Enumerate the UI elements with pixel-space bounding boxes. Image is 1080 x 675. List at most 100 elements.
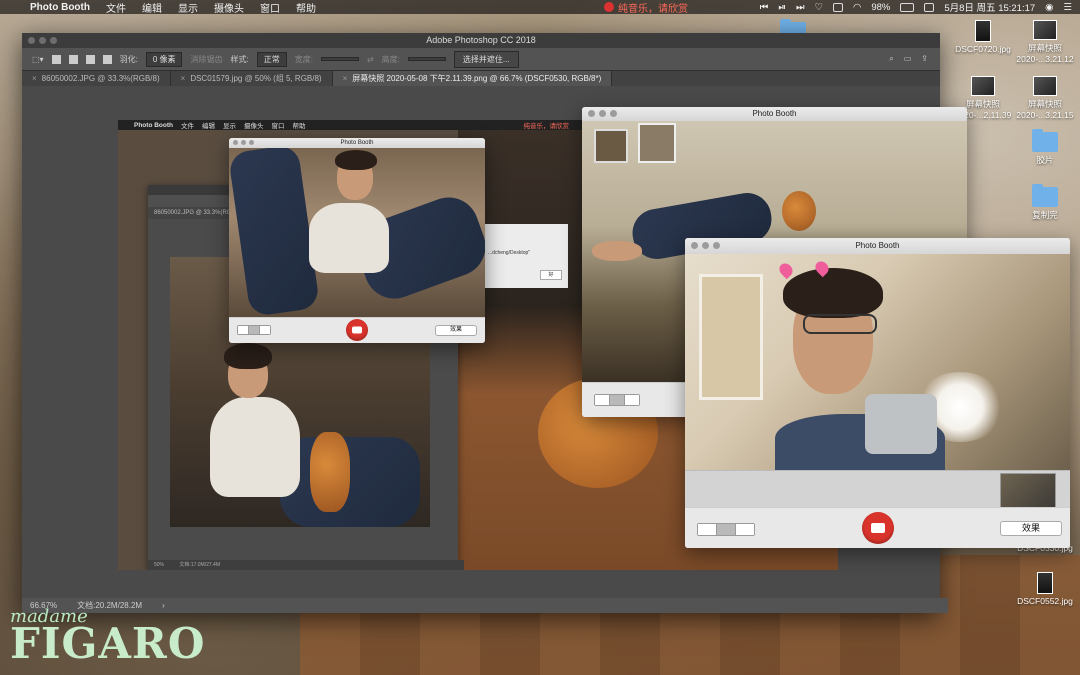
netease-status[interactable]: 纯音乐，请欣赏 (604, 0, 688, 15)
photobooth-thumbnail-strip (685, 470, 1070, 509)
photobooth-titlebar[interactable]: Photo Booth (582, 107, 967, 122)
minimize-button[interactable] (599, 110, 606, 117)
feather-input[interactable]: 0 像素 (145, 51, 183, 67)
search-icon[interactable]: ⌕ (889, 54, 893, 64)
prev-track-icon[interactable]: ⏮ (760, 2, 769, 13)
clock[interactable]: 5月8日 周五 15:21:17 (944, 0, 1035, 14)
desktop-icon-label: DSCF0720.jpg (955, 44, 1011, 54)
desktop-file-screenshot-3[interactable]: 屏幕快照 2020-...3.21.15 (1010, 76, 1080, 120)
tab-screenshot[interactable]: × 屏幕快照 2020-05-08 下午2.11.39.png @ 66.7% (… (332, 71, 613, 87)
inner-ps-status: 50% 文档:17.0M/27.4M (148, 560, 464, 570)
desktop-folder-copied[interactable]: 复制完 (1010, 184, 1080, 221)
style-select[interactable]: 正常 (256, 51, 287, 67)
display-icon[interactable] (833, 2, 844, 12)
zoom-button[interactable] (713, 242, 720, 249)
mode-video-icon[interactable] (625, 395, 639, 405)
effects-button[interactable]: 效果 (1000, 521, 1062, 536)
subtract-selection-icon[interactable] (85, 54, 95, 64)
effects-button[interactable]: 效果 (435, 325, 477, 336)
menu-window[interactable]: 窗口 (252, 0, 288, 15)
menu-file[interactable]: 文件 (98, 0, 134, 15)
desktop-file-screenshot-1[interactable]: 屏幕快照 2020-...3.21.12 (1010, 20, 1080, 64)
netease-music-icon (604, 2, 614, 12)
desktop-file-dscf0552[interactable]: DSCF0552.jpg (1010, 572, 1080, 606)
tab-86050002[interactable]: × 86050002.JPG @ 33.3%(RGB/8) (22, 71, 171, 87)
select-and-mask-button[interactable]: 选择并遮住... (453, 50, 519, 68)
marquee-tool-icon[interactable]: ⬚▾ (32, 55, 44, 64)
mode-four-up-icon[interactable] (595, 395, 610, 405)
play-pause-icon[interactable]: ⏯ (778, 2, 786, 13)
mode-four-up-icon[interactable] (698, 524, 717, 535)
folder-icon (1032, 129, 1058, 152)
image-file-icon (1033, 20, 1057, 40)
thumbnail-photo[interactable] (1000, 473, 1056, 509)
photobooth-title: Photo Booth (855, 241, 900, 250)
options-bar: ⬚▾ 羽化: 0 像素 消除锯齿 样式: 正常 宽度: ⇄ 高度: 选择并遮住.… (22, 48, 940, 71)
mode-single-icon[interactable] (610, 395, 625, 405)
input-method-icon[interactable] (924, 2, 935, 12)
mode-video-icon[interactable] (736, 524, 754, 535)
battery-icon[interactable] (900, 2, 915, 12)
notification-center-icon[interactable]: ☰ (1063, 2, 1072, 13)
madame-figaro-watermark: madame FIGARO (10, 606, 205, 665)
folder-icon (1032, 184, 1058, 207)
minimize-button[interactable] (702, 242, 709, 249)
menu-app-name[interactable]: Photo Booth (22, 2, 98, 13)
intersect-selection-icon[interactable] (102, 54, 112, 64)
tab-label: DSC01579.jpg @ 50% (组 5, RGB/8) (190, 74, 322, 83)
workspace-icon[interactable]: ▭ (904, 54, 912, 64)
close-button[interactable] (233, 140, 238, 145)
desktop-icon-label: 屏幕快照 2020-...3.21.15 (1016, 99, 1074, 120)
swap-icon[interactable]: ⇄ (367, 55, 374, 64)
siri-icon[interactable]: ◉ (1045, 2, 1053, 13)
photobooth-preview (685, 254, 1070, 470)
menubar: Photo Booth 文件 编辑 显示 摄像头 窗口 帮助 纯音乐，请欣赏 ⏮… (0, 0, 1080, 15)
photobooth-window-main: Photo Booth 效果 (685, 238, 1070, 548)
battery-percent[interactable]: 98% (871, 2, 890, 13)
zoom-button[interactable] (249, 140, 254, 145)
minimize-button[interactable] (39, 37, 46, 44)
mode-video-icon[interactable] (260, 326, 270, 334)
shutter-button[interactable] (346, 319, 368, 341)
menu-camera[interactable]: 摄像头 (206, 0, 252, 15)
close-button[interactable] (691, 242, 698, 249)
photobooth-mode-switch (594, 394, 640, 406)
zoom-button[interactable] (610, 110, 617, 117)
photo-hair (335, 150, 377, 170)
wifi-icon[interactable]: ◠ (853, 2, 861, 13)
photobooth-toolbar: 效果 (229, 317, 485, 343)
mode-four-up-icon[interactable] (238, 326, 249, 334)
height-label: 高度: (381, 54, 400, 64)
image-file-icon (971, 76, 995, 96)
menu-help[interactable]: 帮助 (288, 0, 324, 15)
add-selection-icon[interactable] (68, 54, 78, 64)
close-button[interactable] (28, 37, 35, 44)
close-icon[interactable]: × (181, 74, 186, 83)
photobooth-titlebar[interactable]: Photo Booth (685, 238, 1070, 255)
next-track-icon[interactable]: ⏭ (796, 2, 805, 13)
menu-edit[interactable]: 编辑 (134, 0, 170, 15)
tab-dsc01579[interactable]: × DSC01579.jpg @ 50% (组 5, RGB/8) (171, 71, 333, 87)
antialias-checkbox[interactable]: 消除锯齿 (190, 54, 222, 65)
minimize-button[interactable] (241, 140, 246, 145)
mode-single-icon[interactable] (717, 524, 736, 535)
new-selection-icon[interactable] (51, 54, 61, 64)
width-input[interactable] (320, 57, 359, 61)
heart-icon[interactable]: ♡ (815, 2, 824, 13)
close-icon[interactable]: × (32, 74, 37, 83)
close-icon[interactable]: × (343, 74, 348, 83)
image-file-icon (1037, 572, 1053, 594)
desktop-file-dscf0720[interactable]: DSCF0720.jpg (948, 20, 1018, 54)
shutter-button[interactable] (861, 512, 894, 544)
desktop-folder-film[interactable]: 胶片 (1010, 129, 1080, 166)
inner-netease: 纯音乐，请欣赏 (523, 123, 570, 130)
height-input[interactable] (407, 57, 446, 61)
mode-single-icon[interactable] (249, 326, 260, 334)
menu-view[interactable]: 显示 (170, 0, 206, 15)
zoom-button[interactable] (50, 37, 57, 44)
share-icon[interactable]: ⇪ (921, 54, 928, 64)
photoshop-titlebar[interactable]: Adobe Photoshop CC 2018 (22, 33, 940, 48)
photo-jeans (280, 437, 420, 527)
close-button[interactable] (588, 110, 595, 117)
image-file-icon (975, 20, 991, 42)
